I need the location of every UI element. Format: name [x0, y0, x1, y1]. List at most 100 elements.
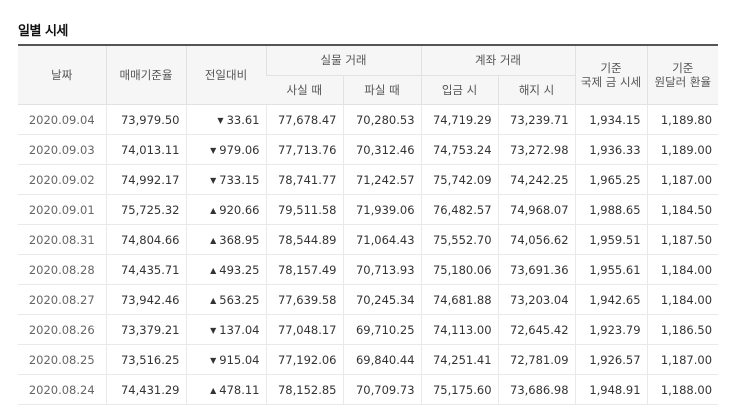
change-value: 368.95 — [219, 232, 260, 247]
change-value: 33.61 — [226, 112, 260, 127]
intl-gold-cell: 1,923.79 — [574, 314, 648, 345]
date-cell: 2020.08.31 — [18, 224, 106, 255]
up-arrow-icon: ▲ — [210, 205, 217, 215]
header-cash-group: 실물 거래 — [265, 44, 422, 76]
change-value: 493.25 — [219, 262, 260, 277]
header-intl-gold: 기준 국제 금 시세 — [574, 44, 648, 105]
date-cell: 2020.08.24 — [18, 374, 106, 405]
base-rate-cell: 73,942.46 — [105, 284, 186, 315]
transfer-send-cell: 75,175.60 — [420, 374, 499, 405]
change-cell: ▲ 920.66 — [185, 194, 266, 225]
change-value: 979.06 — [219, 142, 260, 157]
cash-sell-cell: 71,064.43 — [342, 224, 422, 255]
change-value: 733.15 — [219, 172, 260, 187]
transfer-send-cell: 74,113.00 — [420, 314, 499, 345]
won-dollar-cell: 1,188.00 — [646, 374, 719, 405]
cash-sell-cell: 70,280.53 — [342, 104, 422, 135]
cash-buy-cell: 77,713.76 — [265, 134, 343, 165]
change-cell: ▼ 915.04 — [185, 344, 266, 375]
cash-sell-cell: 70,713.93 — [342, 254, 422, 285]
transfer-receive-cell: 73,691.36 — [497, 254, 576, 285]
header-transfer-group: 계좌 거래 — [420, 44, 576, 76]
header-cash-buy: 사실 때 — [266, 75, 343, 105]
cash-buy-cell: 78,152.85 — [265, 374, 343, 405]
cash-sell-cell: 70,709.73 — [342, 374, 422, 405]
change-cell: ▲ 493.25 — [185, 254, 266, 285]
daily-price-table: 날짜 매매기준율 전일대비 실물 거래 계좌 거래 기준 국제 금 시세 기준 … — [18, 44, 719, 405]
down-arrow-icon: ▼ — [210, 175, 217, 185]
base-rate-cell: 74,435.71 — [105, 254, 186, 285]
table-row: 2020.09.03 74,013.11 ▼ 979.06 77,713.76 70,31… — [18, 134, 719, 165]
cash-buy-cell: 78,544.89 — [265, 224, 343, 255]
page-title: 일별 시세 — [18, 24, 68, 39]
base-rate-cell: 73,516.25 — [105, 344, 186, 375]
header-base-rate: 매매기준율 — [105, 44, 186, 105]
table-row: 2020.08.27 73,942.46 ▲ 563.25 77,639.58 70,24… — [18, 284, 719, 315]
table-body: 2020.09.04 73,979.50 ▼ 33.61 77,678.47 70,280… — [18, 104, 719, 405]
date-cell: 2020.09.03 — [18, 134, 106, 165]
won-dollar-cell: 1,187.50 — [646, 224, 719, 255]
header-won-dollar-line2: 원달러 환율 — [654, 75, 712, 89]
date-cell: 2020.09.02 — [18, 164, 106, 195]
intl-gold-cell: 1,948.91 — [574, 374, 648, 405]
intl-gold-cell: 1,965.25 — [574, 164, 648, 195]
table-row: 2020.08.24 74,431.29 ▲ 478.11 78,152.85 70,70… — [18, 374, 719, 405]
intl-gold-cell: 1,934.15 — [574, 104, 648, 135]
change-value: 478.11 — [219, 382, 260, 397]
intl-gold-cell: 1,988.65 — [574, 194, 648, 225]
base-rate-cell: 74,013.11 — [105, 134, 186, 165]
header-transfer-receive: 해지 시 — [497, 75, 576, 105]
change-value: 915.04 — [219, 352, 260, 367]
cash-buy-cell: 78,157.49 — [265, 254, 343, 285]
cash-sell-cell: 70,312.46 — [342, 134, 422, 165]
up-arrow-icon: ▲ — [210, 295, 217, 305]
header-cash-sell: 파실 때 — [342, 75, 422, 105]
transfer-receive-cell: 74,968.07 — [497, 194, 576, 225]
date-cell: 2020.08.27 — [18, 284, 106, 315]
change-value: 137.04 — [219, 322, 260, 337]
header-transfer-send: 입금 시 — [420, 75, 499, 105]
cash-buy-cell: 77,678.47 — [265, 104, 343, 135]
header-date: 날짜 — [18, 44, 106, 105]
cash-buy-cell: 79,511.58 — [265, 194, 343, 225]
won-dollar-cell: 1,184.00 — [646, 284, 719, 315]
transfer-send-cell: 75,180.06 — [420, 254, 499, 285]
up-arrow-icon: ▲ — [210, 265, 217, 275]
change-value: 563.25 — [219, 292, 260, 307]
won-dollar-cell: 1,187.00 — [646, 344, 719, 375]
change-cell: ▲ 563.25 — [185, 284, 266, 315]
header-intl-gold-line1: 기준 — [600, 61, 622, 75]
table-row: 2020.08.26 73,379.21 ▼ 137.04 77,048.17 69,71… — [18, 314, 719, 345]
cash-buy-cell: 77,048.17 — [265, 314, 343, 345]
transfer-send-cell: 76,482.57 — [420, 194, 499, 225]
transfer-receive-cell: 73,686.98 — [497, 374, 576, 405]
cash-buy-cell: 77,639.58 — [265, 284, 343, 315]
change-cell: ▼ 33.61 — [185, 104, 266, 135]
header-intl-gold-line2: 국제 금 시세 — [580, 75, 642, 89]
cash-buy-cell: 77,192.06 — [265, 344, 343, 375]
date-cell: 2020.09.01 — [18, 194, 106, 225]
intl-gold-cell: 1,936.33 — [574, 134, 648, 165]
table-row: 2020.08.31 74,804.66 ▲ 368.95 78,544.89 71,06… — [18, 224, 719, 255]
transfer-receive-cell: 72,781.09 — [497, 344, 576, 375]
transfer-receive-cell: 73,239.71 — [497, 104, 576, 135]
change-value: 920.66 — [219, 202, 260, 217]
date-cell: 2020.08.26 — [18, 314, 106, 345]
change-cell: ▲ 478.11 — [185, 374, 266, 405]
header-row-1: 날짜 매매기준율 전일대비 실물 거래 계좌 거래 기준 국제 금 시세 기준 … — [18, 44, 719, 105]
won-dollar-cell: 1,184.50 — [646, 194, 719, 225]
transfer-send-cell: 74,681.88 — [420, 284, 499, 315]
transfer-receive-cell: 73,272.98 — [497, 134, 576, 165]
down-arrow-icon: ▼ — [210, 145, 217, 155]
won-dollar-cell: 1,184.00 — [646, 254, 719, 285]
transfer-receive-cell: 73,203.04 — [497, 284, 576, 315]
table-row: 2020.09.01 75,725.32 ▲ 920.66 79,511.58 71,93… — [18, 194, 719, 225]
intl-gold-cell: 1,959.51 — [574, 224, 648, 255]
date-cell: 2020.09.04 — [18, 104, 106, 135]
base-rate-cell: 74,431.29 — [105, 374, 186, 405]
won-dollar-cell: 1,189.00 — [646, 134, 719, 165]
down-arrow-icon: ▼ — [210, 355, 217, 365]
header-change: 전일대비 — [185, 44, 266, 105]
intl-gold-cell: 1,955.61 — [574, 254, 648, 285]
transfer-receive-cell: 74,242.25 — [497, 164, 576, 195]
